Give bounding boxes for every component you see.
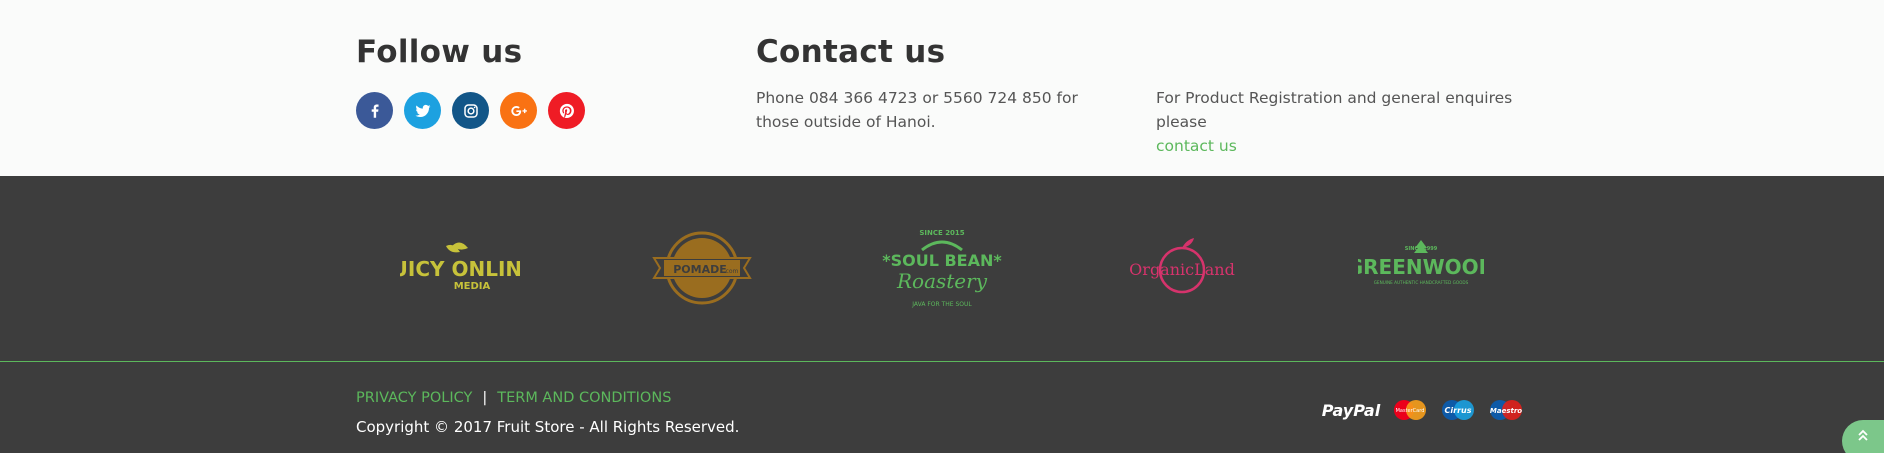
soul-bean-roastery-logo[interactable]: SINCE 2015 *SOUL BEAN* Roastery JAVA FOR… bbox=[878, 226, 1006, 312]
google-plus-button[interactable] bbox=[500, 92, 537, 129]
double-chevron-up-icon bbox=[1858, 429, 1868, 441]
payment-methods: PayPal MasterCard Cirrus Maestro bbox=[1320, 398, 1526, 422]
soulbean-line2: Roastery bbox=[896, 269, 988, 293]
back-to-top-button[interactable] bbox=[1842, 420, 1884, 453]
organicland-line1: OrganicLand bbox=[1129, 260, 1235, 279]
pomade-logo[interactable]: POMADE .com bbox=[652, 230, 752, 306]
soulbean-line1: *SOUL BEAN* bbox=[882, 251, 1002, 270]
soulbean-bottom: JAVA FOR THE SOUL bbox=[911, 301, 972, 308]
brand-logos-band: JUICY ONLINE MEDIA POMADE .com SINCE 201… bbox=[0, 176, 1884, 362]
instagram-icon bbox=[463, 103, 478, 118]
svg-text:Maestro: Maestro bbox=[1490, 407, 1522, 415]
phone-info: Phone 084 366 4723 or 5560 724 850 for t… bbox=[756, 89, 1078, 131]
cirrus-label: Cirrus bbox=[1445, 406, 1472, 415]
footer-bottom-bar: PRIVACY POLICY | TERM AND CONDITIONS Cop… bbox=[0, 362, 1884, 453]
facebook-icon bbox=[371, 103, 379, 118]
google-plus-icon bbox=[510, 105, 527, 116]
svg-text:MasterCard: MasterCard bbox=[1396, 408, 1425, 414]
pinterest-icon bbox=[559, 103, 574, 118]
maestro-label: Maestro bbox=[1490, 407, 1522, 415]
instagram-button[interactable] bbox=[452, 92, 489, 129]
juicy-online-media-logo[interactable]: JUICY ONLINE MEDIA bbox=[400, 238, 520, 294]
contact-us-link[interactable]: contact us bbox=[1156, 137, 1237, 155]
footer-top-section: Follow us Contact us Phone 084 366 4723 … bbox=[0, 0, 1884, 176]
organic-land-logo[interactable]: OrganicLand bbox=[1122, 232, 1242, 302]
link-separator: | bbox=[482, 390, 488, 406]
registration-text: For Product Registration and general enq… bbox=[1156, 89, 1513, 131]
pinterest-button[interactable] bbox=[548, 92, 585, 129]
cirrus-icon: Cirrus bbox=[1438, 398, 1478, 422]
maestro-icon: Maestro bbox=[1486, 398, 1526, 422]
pomade-line1: POMADE bbox=[673, 263, 727, 276]
facebook-button[interactable] bbox=[356, 92, 393, 129]
twitter-button[interactable] bbox=[404, 92, 441, 129]
contact-us-title: Contact us bbox=[756, 34, 946, 70]
juicy-line1: JUICY ONLINE bbox=[400, 257, 520, 281]
mastercard-icon: MasterCard bbox=[1390, 398, 1430, 422]
soulbean-top: SINCE 2015 bbox=[919, 229, 964, 237]
paypal-icon: PayPal bbox=[1320, 398, 1382, 422]
follow-us-title: Follow us bbox=[356, 34, 523, 70]
svg-text:PayPal: PayPal bbox=[1322, 401, 1381, 420]
copyright-text: Copyright © 2017 Fruit Store - All Right… bbox=[356, 418, 740, 436]
legal-links: PRIVACY POLICY | TERM AND CONDITIONS bbox=[356, 390, 671, 406]
mastercard-label: MasterCard bbox=[1396, 408, 1425, 414]
greenwood-line2: GENUINE AUTHENTIC HANDCRAFTED GOODS bbox=[1374, 280, 1469, 285]
svg-text:Cirrus: Cirrus bbox=[1445, 406, 1472, 415]
paypal-label: PayPal bbox=[1322, 401, 1381, 420]
greenwood-line1: GREENWOOD bbox=[1358, 255, 1484, 279]
juicy-line2: MEDIA bbox=[454, 281, 491, 292]
twitter-icon bbox=[415, 104, 430, 117]
privacy-policy-link[interactable]: PRIVACY POLICY bbox=[356, 390, 472, 406]
social-links bbox=[356, 92, 585, 129]
registration-info: For Product Registration and general enq… bbox=[1156, 86, 1556, 158]
terms-link[interactable]: TERM AND CONDITIONS bbox=[497, 390, 671, 406]
greenwood-logo[interactable]: SINCE 1999 GREENWOOD GENUINE AUTHENTIC H… bbox=[1358, 238, 1484, 294]
pomade-line2: .com bbox=[724, 268, 739, 275]
